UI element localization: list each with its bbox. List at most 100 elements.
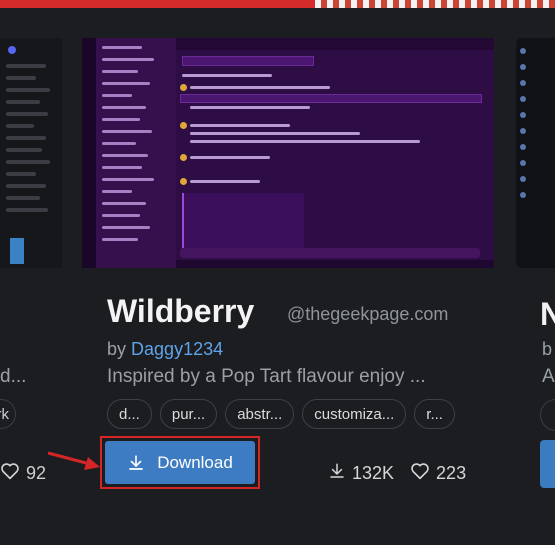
preview-message bbox=[190, 180, 260, 183]
preview-avatar bbox=[520, 96, 526, 102]
right-card-title[interactable]: N bbox=[540, 296, 555, 333]
preview-line bbox=[6, 112, 48, 116]
preview-channel bbox=[102, 46, 142, 49]
preview-channel bbox=[102, 82, 150, 85]
wildberry-theme-preview[interactable] bbox=[82, 38, 494, 268]
preview-channel bbox=[102, 190, 132, 193]
preview-avatar bbox=[8, 46, 16, 54]
preview-avatar bbox=[180, 84, 187, 91]
right-card-download-button[interactable] bbox=[540, 440, 555, 488]
preview-line bbox=[6, 208, 48, 212]
left-card-likes: 92 bbox=[0, 462, 46, 485]
tag-chip[interactable]: abstr... bbox=[225, 399, 295, 429]
download-label: Download bbox=[157, 452, 233, 472]
tag-chip[interactable]: d... bbox=[107, 399, 152, 429]
preview-code-block bbox=[182, 193, 304, 248]
preview-channel bbox=[102, 238, 138, 241]
preview-channel bbox=[102, 70, 138, 73]
red-arrow-annotation bbox=[47, 451, 100, 470]
theme-title[interactable]: Wildberry bbox=[107, 293, 254, 330]
left-card-tag[interactable]: rk bbox=[0, 399, 16, 429]
preview-message bbox=[182, 74, 272, 77]
preview-message-box bbox=[180, 94, 482, 103]
preview-line bbox=[6, 88, 50, 92]
likes-stat: 223 bbox=[410, 462, 466, 485]
preview-server-rail bbox=[82, 38, 96, 268]
preview-avatar bbox=[180, 178, 187, 185]
left-theme-preview[interactable] bbox=[0, 38, 62, 268]
preview-line bbox=[6, 76, 36, 80]
preview-avatar bbox=[520, 192, 526, 198]
preview-channel bbox=[102, 166, 142, 169]
preview-channel bbox=[102, 226, 150, 229]
heart-icon[interactable] bbox=[410, 462, 430, 485]
tag-chip[interactable]: r... bbox=[414, 399, 455, 429]
preview-message bbox=[190, 140, 420, 143]
download-button[interactable]: Download bbox=[105, 441, 255, 484]
preview-line bbox=[6, 184, 46, 188]
preview-message bbox=[190, 124, 290, 127]
preview-avatar bbox=[520, 128, 526, 134]
likes-count: 223 bbox=[436, 463, 467, 483]
likes-count: 92 bbox=[26, 463, 47, 483]
preview-line bbox=[6, 172, 36, 176]
preview-line bbox=[6, 124, 34, 128]
preview-highlight bbox=[10, 238, 24, 264]
by-label: by bbox=[107, 339, 127, 359]
preview-line bbox=[6, 160, 50, 164]
preview-channel-list bbox=[96, 38, 176, 268]
preview-avatar bbox=[520, 48, 526, 54]
preview-message bbox=[190, 132, 360, 135]
preview-bottom-bar bbox=[176, 260, 494, 268]
preview-message-box bbox=[182, 56, 314, 66]
preview-avatar bbox=[180, 154, 187, 161]
theme-description: Inspired by a Pop Tart flavour enjoy ... bbox=[107, 366, 426, 387]
download-icon bbox=[328, 462, 346, 485]
preview-avatar bbox=[520, 160, 526, 166]
right-card-description: A bbox=[542, 366, 555, 387]
preview-avatar bbox=[520, 144, 526, 150]
top-banner-edge bbox=[0, 0, 555, 8]
preview-channel bbox=[102, 142, 136, 145]
preview-channel bbox=[102, 214, 140, 217]
right-theme-preview[interactable] bbox=[516, 38, 555, 268]
preview-line bbox=[6, 100, 40, 104]
preview-message bbox=[190, 106, 310, 109]
preview-channel bbox=[102, 106, 146, 109]
preview-channel bbox=[102, 178, 154, 181]
preview-avatar bbox=[520, 176, 526, 182]
preview-channel bbox=[102, 118, 140, 121]
preview-channel bbox=[102, 94, 132, 97]
download-icon bbox=[127, 454, 145, 472]
preview-chat-header bbox=[176, 38, 494, 50]
preview-line bbox=[6, 136, 46, 140]
top-banner-stripe bbox=[315, 0, 555, 8]
tag-list: d... pur... abstr... customiza... r... bbox=[107, 399, 455, 429]
author-link[interactable]: Daggy1234 bbox=[131, 339, 223, 359]
preview-avatar bbox=[180, 122, 187, 129]
preview-channel bbox=[102, 130, 152, 133]
right-card-byline: b bbox=[542, 339, 553, 359]
preview-channel bbox=[102, 58, 154, 61]
watermark: @thegeekpage.com bbox=[287, 304, 449, 324]
left-card-description: d... bbox=[0, 366, 27, 387]
tag-chip[interactable]: customiza... bbox=[302, 399, 407, 429]
preview-message-input bbox=[180, 248, 480, 258]
preview-avatar bbox=[520, 64, 526, 70]
preview-avatar bbox=[520, 80, 526, 86]
downloads-stat: 132K bbox=[328, 462, 394, 485]
theme-stats: 132K 223 bbox=[328, 462, 466, 485]
heart-icon[interactable] bbox=[0, 462, 20, 485]
preview-channel bbox=[102, 202, 146, 205]
preview-line bbox=[6, 64, 46, 68]
preview-message bbox=[190, 156, 270, 159]
preview-channel bbox=[102, 154, 148, 157]
preview-line bbox=[6, 196, 40, 200]
preview-avatar bbox=[520, 112, 526, 118]
tag-chip[interactable]: pur... bbox=[159, 399, 218, 429]
preview-line bbox=[6, 148, 42, 152]
preview-message bbox=[190, 86, 330, 89]
theme-byline: by Daggy1234 bbox=[107, 339, 223, 360]
right-card-tag[interactable] bbox=[540, 399, 555, 431]
downloads-count: 132K bbox=[352, 463, 395, 483]
